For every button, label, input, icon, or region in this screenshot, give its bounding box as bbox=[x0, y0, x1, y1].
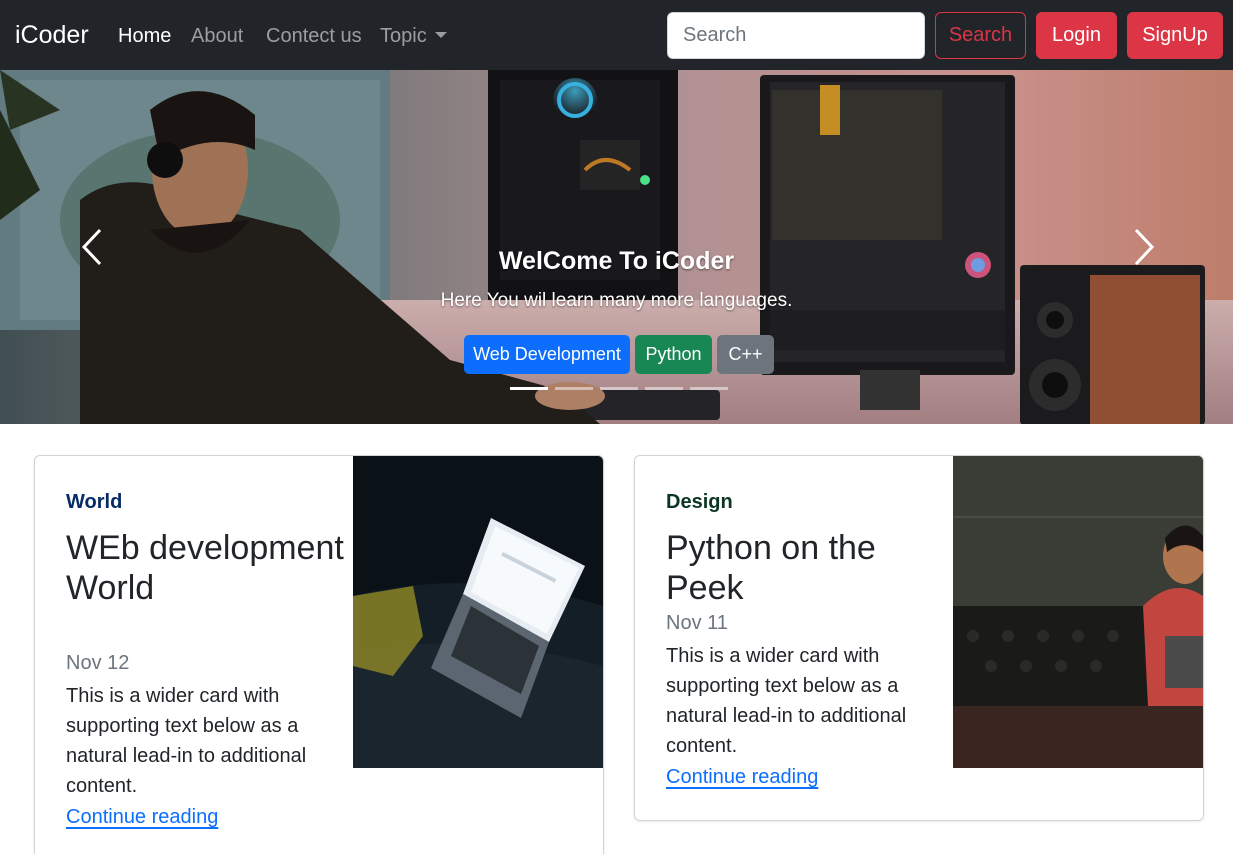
card-title: Python on the Peek bbox=[666, 529, 876, 607]
carousel-indicator[interactable] bbox=[510, 387, 548, 390]
card-date: Nov 11 bbox=[666, 612, 728, 634]
carousel-caption-subtitle: Here You wil learn many more languages. bbox=[440, 290, 793, 311]
cpp-button[interactable]: C++ bbox=[717, 335, 774, 374]
nav-dropdown-topic[interactable]: Topic bbox=[380, 23, 447, 49]
card-category: World bbox=[66, 491, 123, 513]
python-button[interactable]: Python bbox=[635, 335, 712, 374]
card-text: This is a wider card with supporting tex… bbox=[66, 685, 307, 797]
signup-button[interactable]: SignUp bbox=[1127, 12, 1223, 59]
caret-down-icon bbox=[434, 32, 447, 38]
search-input[interactable] bbox=[667, 12, 925, 59]
continue-reading-link[interactable]: Continue reading bbox=[66, 804, 218, 830]
card-text: This is a wider card with supporting tex… bbox=[666, 645, 907, 757]
nav-link-topic-label: Topic bbox=[380, 25, 427, 47]
nav-link-home[interactable]: Home bbox=[118, 23, 171, 49]
card-date: Nov 12 bbox=[66, 652, 130, 674]
article-card-world: World WEb development World Nov 12 This … bbox=[34, 455, 604, 854]
sofa-image bbox=[953, 456, 1203, 768]
carousel-indicator[interactable] bbox=[690, 387, 728, 390]
web-development-button[interactable]: Web Development bbox=[464, 335, 630, 374]
nav-link-contact[interactable]: Contect us bbox=[266, 23, 362, 49]
carousel-indicator[interactable] bbox=[555, 387, 593, 390]
search-button[interactable]: Search bbox=[935, 12, 1026, 59]
carousel-caption-title: WelCome To iCoder bbox=[498, 247, 735, 275]
login-button[interactable]: Login bbox=[1036, 12, 1117, 59]
article-card-design: Design Python on the Peek Nov 11 This is… bbox=[634, 455, 1204, 821]
laptop-image bbox=[353, 456, 603, 768]
navbar: iCoder Home About Contect us Topic Searc… bbox=[0, 0, 1233, 70]
card-title: WEb development World bbox=[66, 529, 344, 607]
nav-link-about[interactable]: About bbox=[191, 23, 243, 49]
hero-carousel: WelCome To iCoder Here You wil learn man… bbox=[0, 70, 1233, 424]
carousel-indicator[interactable] bbox=[645, 387, 683, 390]
continue-reading-link[interactable]: Continue reading bbox=[666, 764, 818, 790]
carousel-indicator[interactable] bbox=[600, 387, 638, 390]
card-category: Design bbox=[666, 491, 733, 513]
brand-logo[interactable]: iCoder bbox=[15, 20, 89, 50]
